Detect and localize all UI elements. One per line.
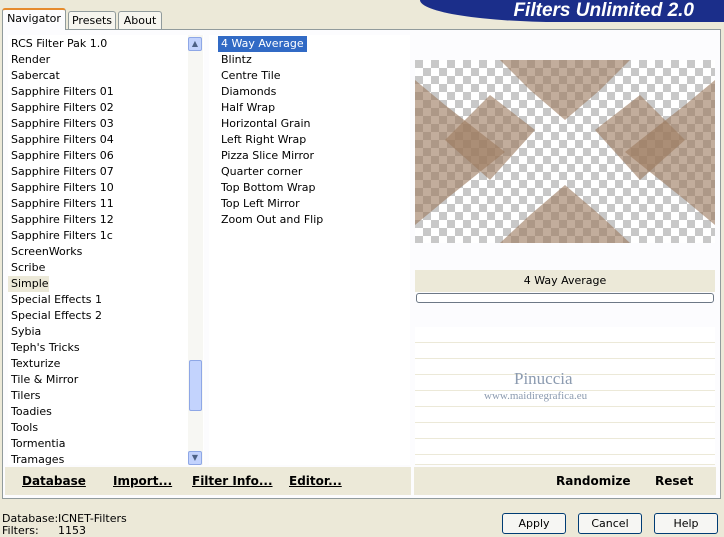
editor-label: Editor...	[289, 474, 342, 488]
category-item[interactable]: Sapphire Filters 01	[8, 84, 114, 100]
param-slot	[415, 327, 715, 343]
filter-item[interactable]: Diamonds	[218, 84, 276, 100]
category-item[interactable]: Tramages	[8, 452, 64, 465]
category-item[interactable]: Sapphire Filters 04	[8, 132, 114, 148]
param-slot	[415, 423, 715, 439]
tab-navigator[interactable]: Navigator	[2, 8, 66, 30]
category-item[interactable]: Teph's Tricks	[8, 340, 80, 356]
watermark-url: www.maidiregrafica.eu	[484, 390, 588, 402]
editor-button[interactable]: Editor...	[289, 474, 342, 488]
status-filters-label: Filters:	[2, 524, 39, 537]
scroll-thumb[interactable]	[189, 360, 202, 411]
category-item[interactable]: Tile & Mirror	[8, 372, 78, 388]
category-item[interactable]: Sapphire Filters 02	[8, 100, 114, 116]
filter-item[interactable]: Zoom Out and Flip	[218, 212, 323, 228]
category-item[interactable]: Sapphire Filters 10	[8, 180, 114, 196]
filter-item[interactable]: Top Bottom Wrap	[218, 180, 316, 196]
param-slot	[415, 343, 715, 359]
category-item[interactable]: Tormentia	[8, 436, 65, 452]
category-item[interactable]: Sapphire Filters 11	[8, 196, 114, 212]
category-item[interactable]: Tools	[8, 420, 38, 436]
scroll-down-icon[interactable]: ▼	[188, 451, 202, 465]
category-item[interactable]: Sabercat	[8, 68, 60, 84]
filter-item[interactable]: Horizontal Grain	[218, 116, 310, 132]
filter-item[interactable]: Top Left Mirror	[218, 196, 300, 212]
reset-button[interactable]: Reset	[655, 474, 693, 488]
preview-filter-name: 4 Way Average	[415, 270, 715, 292]
tab-presets[interactable]: Presets	[68, 11, 116, 29]
import-button[interactable]: Import...	[113, 474, 172, 488]
progress-bar	[416, 293, 714, 303]
filter-item[interactable]: Pizza Slice Mirror	[218, 148, 314, 164]
apply-button[interactable]: Apply	[502, 513, 566, 534]
category-list[interactable]: RCS Filter Pak 1.0 Render Sabercat Sapphire…	[8, 35, 204, 465]
filter-info-button[interactable]: Filter Info...	[192, 474, 273, 488]
category-item[interactable]: Sapphire Filters 03	[8, 116, 114, 132]
param-slot	[415, 439, 715, 455]
tab-about[interactable]: About	[118, 11, 162, 29]
category-item[interactable]: Simple	[8, 276, 49, 292]
category-item[interactable]: Texturize	[8, 356, 60, 372]
category-item[interactable]: Scribe	[8, 260, 45, 276]
filter-item[interactable]: Quarter corner	[218, 164, 302, 180]
category-scrollbar[interactable]: ▲ ▼	[188, 35, 203, 465]
import-label: Import...	[113, 474, 173, 488]
filter-info-label: Filter Info...	[192, 474, 273, 488]
preview-image	[415, 60, 715, 243]
category-item[interactable]: Tilers	[8, 388, 41, 404]
category-item[interactable]: Sapphire Filters 07	[8, 164, 114, 180]
filter-item[interactable]: Centre Tile	[218, 68, 281, 84]
brand-banner: Filters Unlimited 2.0	[420, 0, 724, 22]
filter-item[interactable]: Half Wrap	[218, 100, 275, 116]
cancel-button[interactable]: Cancel	[578, 513, 642, 534]
filter-item[interactable]: 4 Way Average	[218, 36, 307, 52]
category-item[interactable]: ScreenWorks	[8, 244, 82, 260]
filter-list[interactable]: 4 Way Average Blintz Centre Tile Diamonds Ha…	[209, 35, 410, 465]
param-slot	[415, 407, 715, 423]
param-slot	[415, 455, 715, 465]
watermark-name: Pinuccia	[514, 369, 573, 388]
category-item[interactable]: Render	[8, 52, 50, 68]
category-item[interactable]: Special Effects 1	[8, 292, 102, 308]
category-item[interactable]: Toadies	[8, 404, 52, 420]
category-item[interactable]: Special Effects 2	[8, 308, 102, 324]
database-button[interactable]: Database	[22, 474, 86, 488]
help-button[interactable]: Help	[654, 513, 718, 534]
category-item[interactable]: Sybia	[8, 324, 41, 340]
database-label: Database	[22, 474, 86, 488]
category-item[interactable]: RCS Filter Pak 1.0	[8, 36, 107, 52]
filter-item[interactable]: Blintz	[218, 52, 252, 68]
status-filters-value: 1153	[58, 524, 86, 537]
randomize-button[interactable]: Randomize	[556, 474, 630, 488]
category-item[interactable]: Sapphire Filters 06	[8, 148, 114, 164]
scroll-up-icon[interactable]: ▲	[188, 37, 202, 51]
category-item[interactable]: Sapphire Filters 12	[8, 212, 114, 228]
filter-item[interactable]: Left Right Wrap	[218, 132, 306, 148]
brand-title: Filters Unlimited 2.0	[513, 0, 694, 21]
category-item[interactable]: Sapphire Filters 1c	[8, 228, 113, 244]
